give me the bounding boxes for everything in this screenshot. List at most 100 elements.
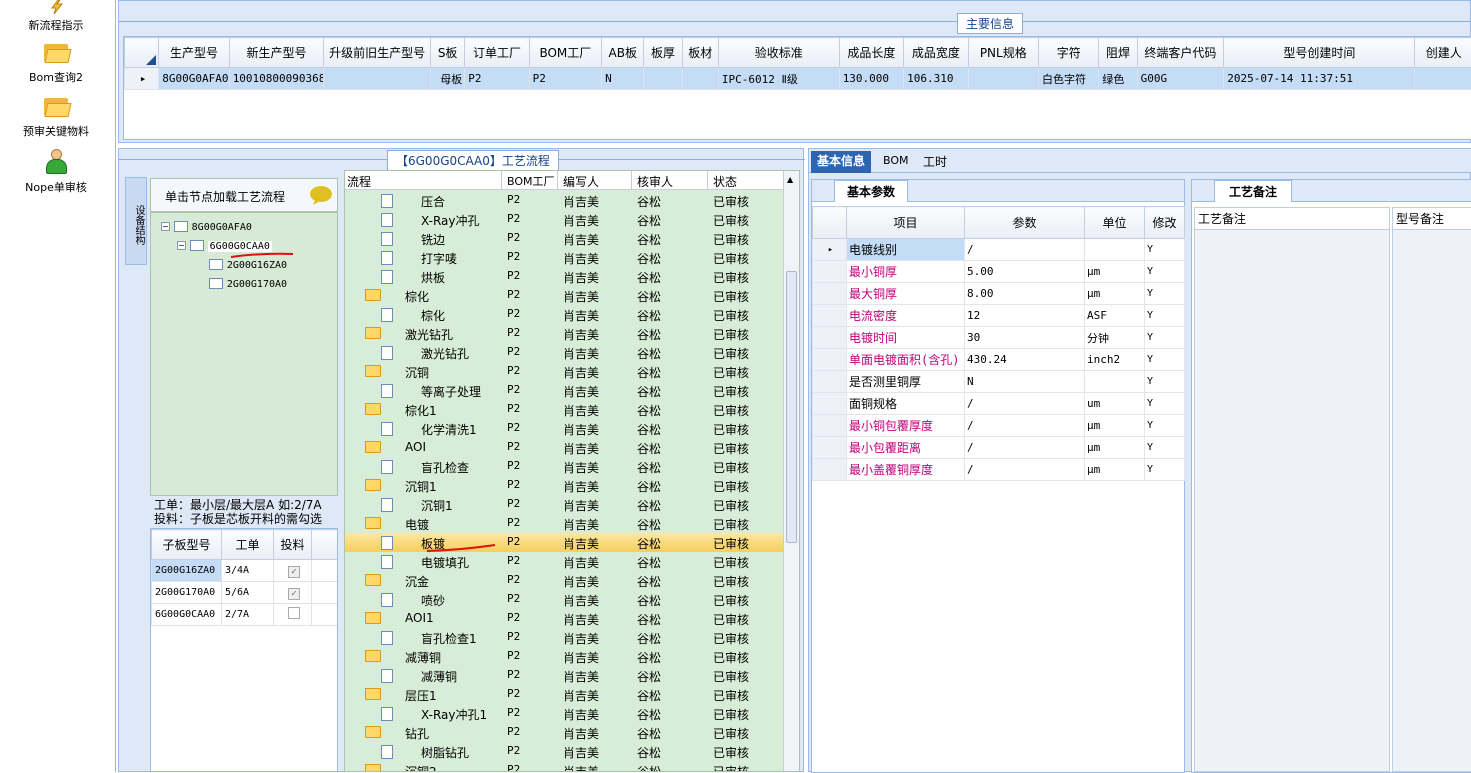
comment-icon[interactable]	[309, 185, 333, 205]
col-header[interactable]: 子板型号	[152, 530, 222, 560]
tab-bom[interactable]: BOM	[883, 154, 909, 167]
param-mod[interactable]: Y	[1145, 305, 1185, 327]
param-item[interactable]: 电镀线别	[847, 239, 965, 261]
col-header[interactable]: BOM工厂	[529, 38, 601, 68]
flow-row[interactable]: 棕化P2肖吉美谷松已审核	[345, 305, 783, 324]
flow-row[interactable]: 树脂钻孔P2肖吉美谷松已审核	[345, 742, 783, 761]
param-unit[interactable]: μm	[1085, 415, 1145, 437]
cell[interactable]: 母板	[431, 68, 465, 90]
table-row[interactable]: 2G00G16ZA03/4A✓	[152, 560, 339, 582]
flow-row[interactable]: − 层压1P2肖吉美谷松已审核	[345, 685, 783, 704]
col-header[interactable]: 成品宽度	[904, 38, 968, 68]
col-header[interactable]: 板厚	[644, 38, 682, 68]
param-mod[interactable]: Y	[1145, 239, 1185, 261]
flow-row[interactable]: − 棕化1P2肖吉美谷松已审核	[345, 400, 783, 419]
flow-row[interactable]: 打字唛P2肖吉美谷松已审核	[345, 248, 783, 267]
table-row[interactable]: 单面电镀面积(含孔)430.24inch2Y	[813, 349, 1185, 371]
flow-row[interactable]: 盲孔检查P2肖吉美谷松已审核	[345, 457, 783, 476]
param-item[interactable]: 电流密度	[847, 305, 965, 327]
flow-row[interactable]: 激光钻孔P2肖吉美谷松已审核	[345, 343, 783, 362]
table-row[interactable]: ▸电镀线别/Y	[813, 239, 1185, 261]
col-header[interactable]: 终端客户代码	[1137, 38, 1224, 68]
param-item[interactable]: 最大铜厚	[847, 283, 965, 305]
col-header[interactable]: 投料	[274, 530, 312, 560]
cell[interactable]: 2G00G170A0	[152, 582, 222, 604]
flow-row[interactable]: − 棕化P2肖吉美谷松已审核	[345, 286, 783, 305]
param-mod[interactable]: Y	[1145, 349, 1185, 371]
cell[interactable]: 10010800090368	[229, 68, 324, 90]
nav-item-nope-review[interactable]: Nope单审核	[0, 148, 112, 195]
param-unit[interactable]: μm	[1085, 261, 1145, 283]
cell[interactable]: P2	[529, 68, 601, 90]
param-mod[interactable]: Y	[1145, 327, 1185, 349]
param-value[interactable]: /	[965, 415, 1085, 437]
param-mod[interactable]: Y	[1145, 283, 1185, 305]
col-header[interactable]: AB板	[602, 38, 644, 68]
tree-node-root[interactable]: − 8G00G0AFA0	[161, 219, 252, 233]
flow-row[interactable]: − 沉铜2P2肖吉美谷松已审核	[345, 761, 783, 772]
param-item[interactable]: 最小铜厚	[847, 261, 965, 283]
col-header[interactable]: 升级前旧生产型号	[324, 38, 431, 68]
cell[interactable]: 2/7A	[222, 604, 274, 626]
param-value[interactable]: 12	[965, 305, 1085, 327]
cell[interactable]: IPC-6012 Ⅱ级	[718, 68, 839, 90]
param-mod[interactable]: Y	[1145, 393, 1185, 415]
flow-row[interactable]: 减薄铜P2肖吉美谷松已审核	[345, 666, 783, 685]
col-header[interactable]: 流程	[347, 173, 371, 190]
flow-row[interactable]: 化学清洗1P2肖吉美谷松已审核	[345, 419, 783, 438]
cell[interactable]	[324, 68, 431, 90]
param-mod[interactable]: Y	[1145, 437, 1185, 459]
table-row[interactable]: 最大铜厚8.00μmY	[813, 283, 1185, 305]
nav-item-new-flow[interactable]: 新流程指示	[0, 0, 112, 33]
flow-row[interactable]: 盲孔检查1P2肖吉美谷松已审核	[345, 628, 783, 647]
col-header[interactable]: 修改	[1145, 207, 1185, 239]
tab-hours[interactable]: 工时	[923, 153, 947, 170]
param-value[interactable]: /	[965, 459, 1085, 481]
tree-node[interactable]: 2G00G16ZA0	[209, 257, 287, 271]
tree-node-selected[interactable]: − 6G00G0CAA0	[177, 238, 272, 252]
tab-basic-info[interactable]: 基本信息	[811, 151, 871, 173]
cell[interactable]: 3/4A	[222, 560, 274, 582]
col-header[interactable]: 核审人	[637, 173, 673, 190]
param-mod[interactable]: Y	[1145, 415, 1185, 437]
flow-row[interactable]: − 电镀P2肖吉美谷松已审核	[345, 514, 783, 533]
cell[interactable]	[682, 68, 718, 90]
table-row[interactable]: ▸ 8G00G0AFA0 10010800090368 母板 P2 P2 N I…	[125, 68, 1471, 90]
flow-row[interactable]: − 沉铜P2肖吉美谷松已审核	[345, 362, 783, 381]
param-value[interactable]: N	[965, 371, 1085, 393]
flow-row[interactable]: − AOI1P2肖吉美谷松已审核	[345, 609, 783, 628]
col-header[interactable]: 阻焊	[1099, 38, 1137, 68]
table-row[interactable]: 6G00G0CAA02/7A	[152, 604, 339, 626]
flow-row[interactable]: 板镀P2肖吉美谷松已审核	[345, 533, 783, 552]
param-unit[interactable]: ASF	[1085, 305, 1145, 327]
flow-row[interactable]: 铣边P2肖吉美谷松已审核	[345, 229, 783, 248]
table-row[interactable]: 最小包覆距离/μmY	[813, 437, 1185, 459]
cell[interactable]	[644, 68, 682, 90]
table-row[interactable]: 最小铜厚5.00μmY	[813, 261, 1185, 283]
nav-item-bom-query[interactable]: Bom查询2	[0, 42, 112, 85]
scroll-thumb[interactable]	[786, 271, 797, 543]
flow-row[interactable]: 压合P2肖吉美谷松已审核	[345, 191, 783, 210]
col-header[interactable]: 创建人	[1415, 38, 1471, 68]
param-item[interactable]: 最小盖覆铜厚度	[847, 459, 965, 481]
param-item[interactable]: 电镀时间	[847, 327, 965, 349]
param-unit[interactable]: inch2	[1085, 349, 1145, 371]
param-mod[interactable]: Y	[1145, 261, 1185, 283]
col-header[interactable]: 板材	[682, 38, 718, 68]
checkbox[interactable]	[274, 604, 312, 626]
flow-row[interactable]: − 沉金P2肖吉美谷松已审核	[345, 571, 783, 590]
param-unit[interactable]: um	[1085, 393, 1145, 415]
param-unit[interactable]: μm	[1085, 437, 1145, 459]
flow-row[interactable]: 电镀填孔P2肖吉美谷松已审核	[345, 552, 783, 571]
flow-row[interactable]: − 沉铜1P2肖吉美谷松已审核	[345, 476, 783, 495]
col-header[interactable]: 型号创建时间	[1224, 38, 1415, 68]
cell[interactable]: 5/6A	[222, 582, 274, 604]
table-row[interactable]: 最小铜包覆厚度/μmY	[813, 415, 1185, 437]
table-row[interactable]: 电流密度12ASFY	[813, 305, 1185, 327]
tab-process-remark[interactable]: 工艺备注	[1214, 180, 1292, 202]
param-item[interactable]: 最小包覆距离	[847, 437, 965, 459]
cell[interactable]: 6G00G0CAA0	[152, 604, 222, 626]
param-value[interactable]: 8.00	[965, 283, 1085, 305]
tree-node[interactable]: 2G00G170A0	[209, 276, 287, 290]
cell[interactable]: 8G00G0AFA0	[159, 68, 229, 90]
